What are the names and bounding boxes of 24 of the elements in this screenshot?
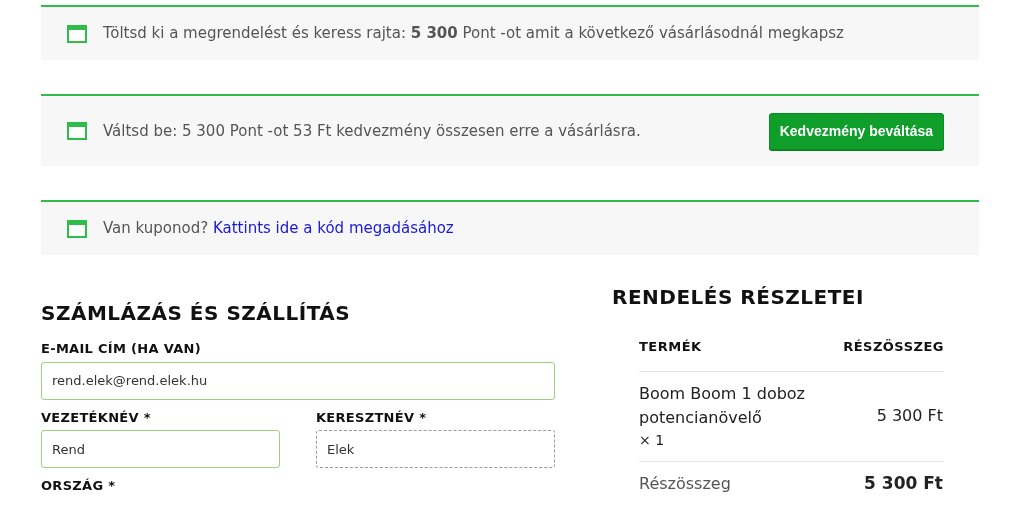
input-field[interactable]: Rend [41, 430, 280, 469]
subtotal-label: Részösszeg [639, 473, 731, 493]
section-heading: RENDELÉS RÉSZLETEI [612, 285, 865, 309]
window-icon [67, 122, 87, 140]
notice-text: Töltsd ki a megrendelést és keress rajta: 5 300 Pont -ot amit a következő vásárlásodnál megkapsz [103, 23, 844, 45]
coupon-link[interactable]: Kattints ide a kód megadásához [212, 219, 454, 238]
redeem-button[interactable]: Kedvezmény beváltása [768, 112, 944, 150]
field-label: ORSZÁG * [41, 478, 117, 494]
notice-text: Van kuponod? Kattints ide a kód megadásához [103, 218, 454, 240]
input-field[interactable]: Elek [316, 430, 555, 469]
window-icon [67, 219, 87, 238]
product-quantity: × 1 [639, 430, 666, 450]
field-label: E-MAIL CÍM (HA VAN) [41, 341, 202, 357]
product-total: 5 300 Ft [876, 406, 943, 425]
input-field[interactable]: rend.elek@rend.elek.hu [41, 361, 555, 400]
column-header: TERMÉK [639, 323, 824, 371]
notice-text: Váltsd be: 5 300 Pont -ot 53 Ft kedvezmény összesen erre a vásárlásra. [103, 120, 641, 142]
field-label: VEZETÉKNÉV * [41, 409, 152, 426]
section-heading: SZÁMLÁZÁS ÉS SZÁLLÍTÁS [41, 301, 352, 325]
subtotal-value: 5 300 Ft [864, 472, 943, 493]
window-icon [67, 24, 87, 43]
field-label: KERESZTNÉV * [316, 409, 428, 426]
product-name: Boom Boom 1 doboz potencianövelő [639, 382, 806, 429]
column-header: RÉSZÖSSZEG [824, 323, 944, 371]
